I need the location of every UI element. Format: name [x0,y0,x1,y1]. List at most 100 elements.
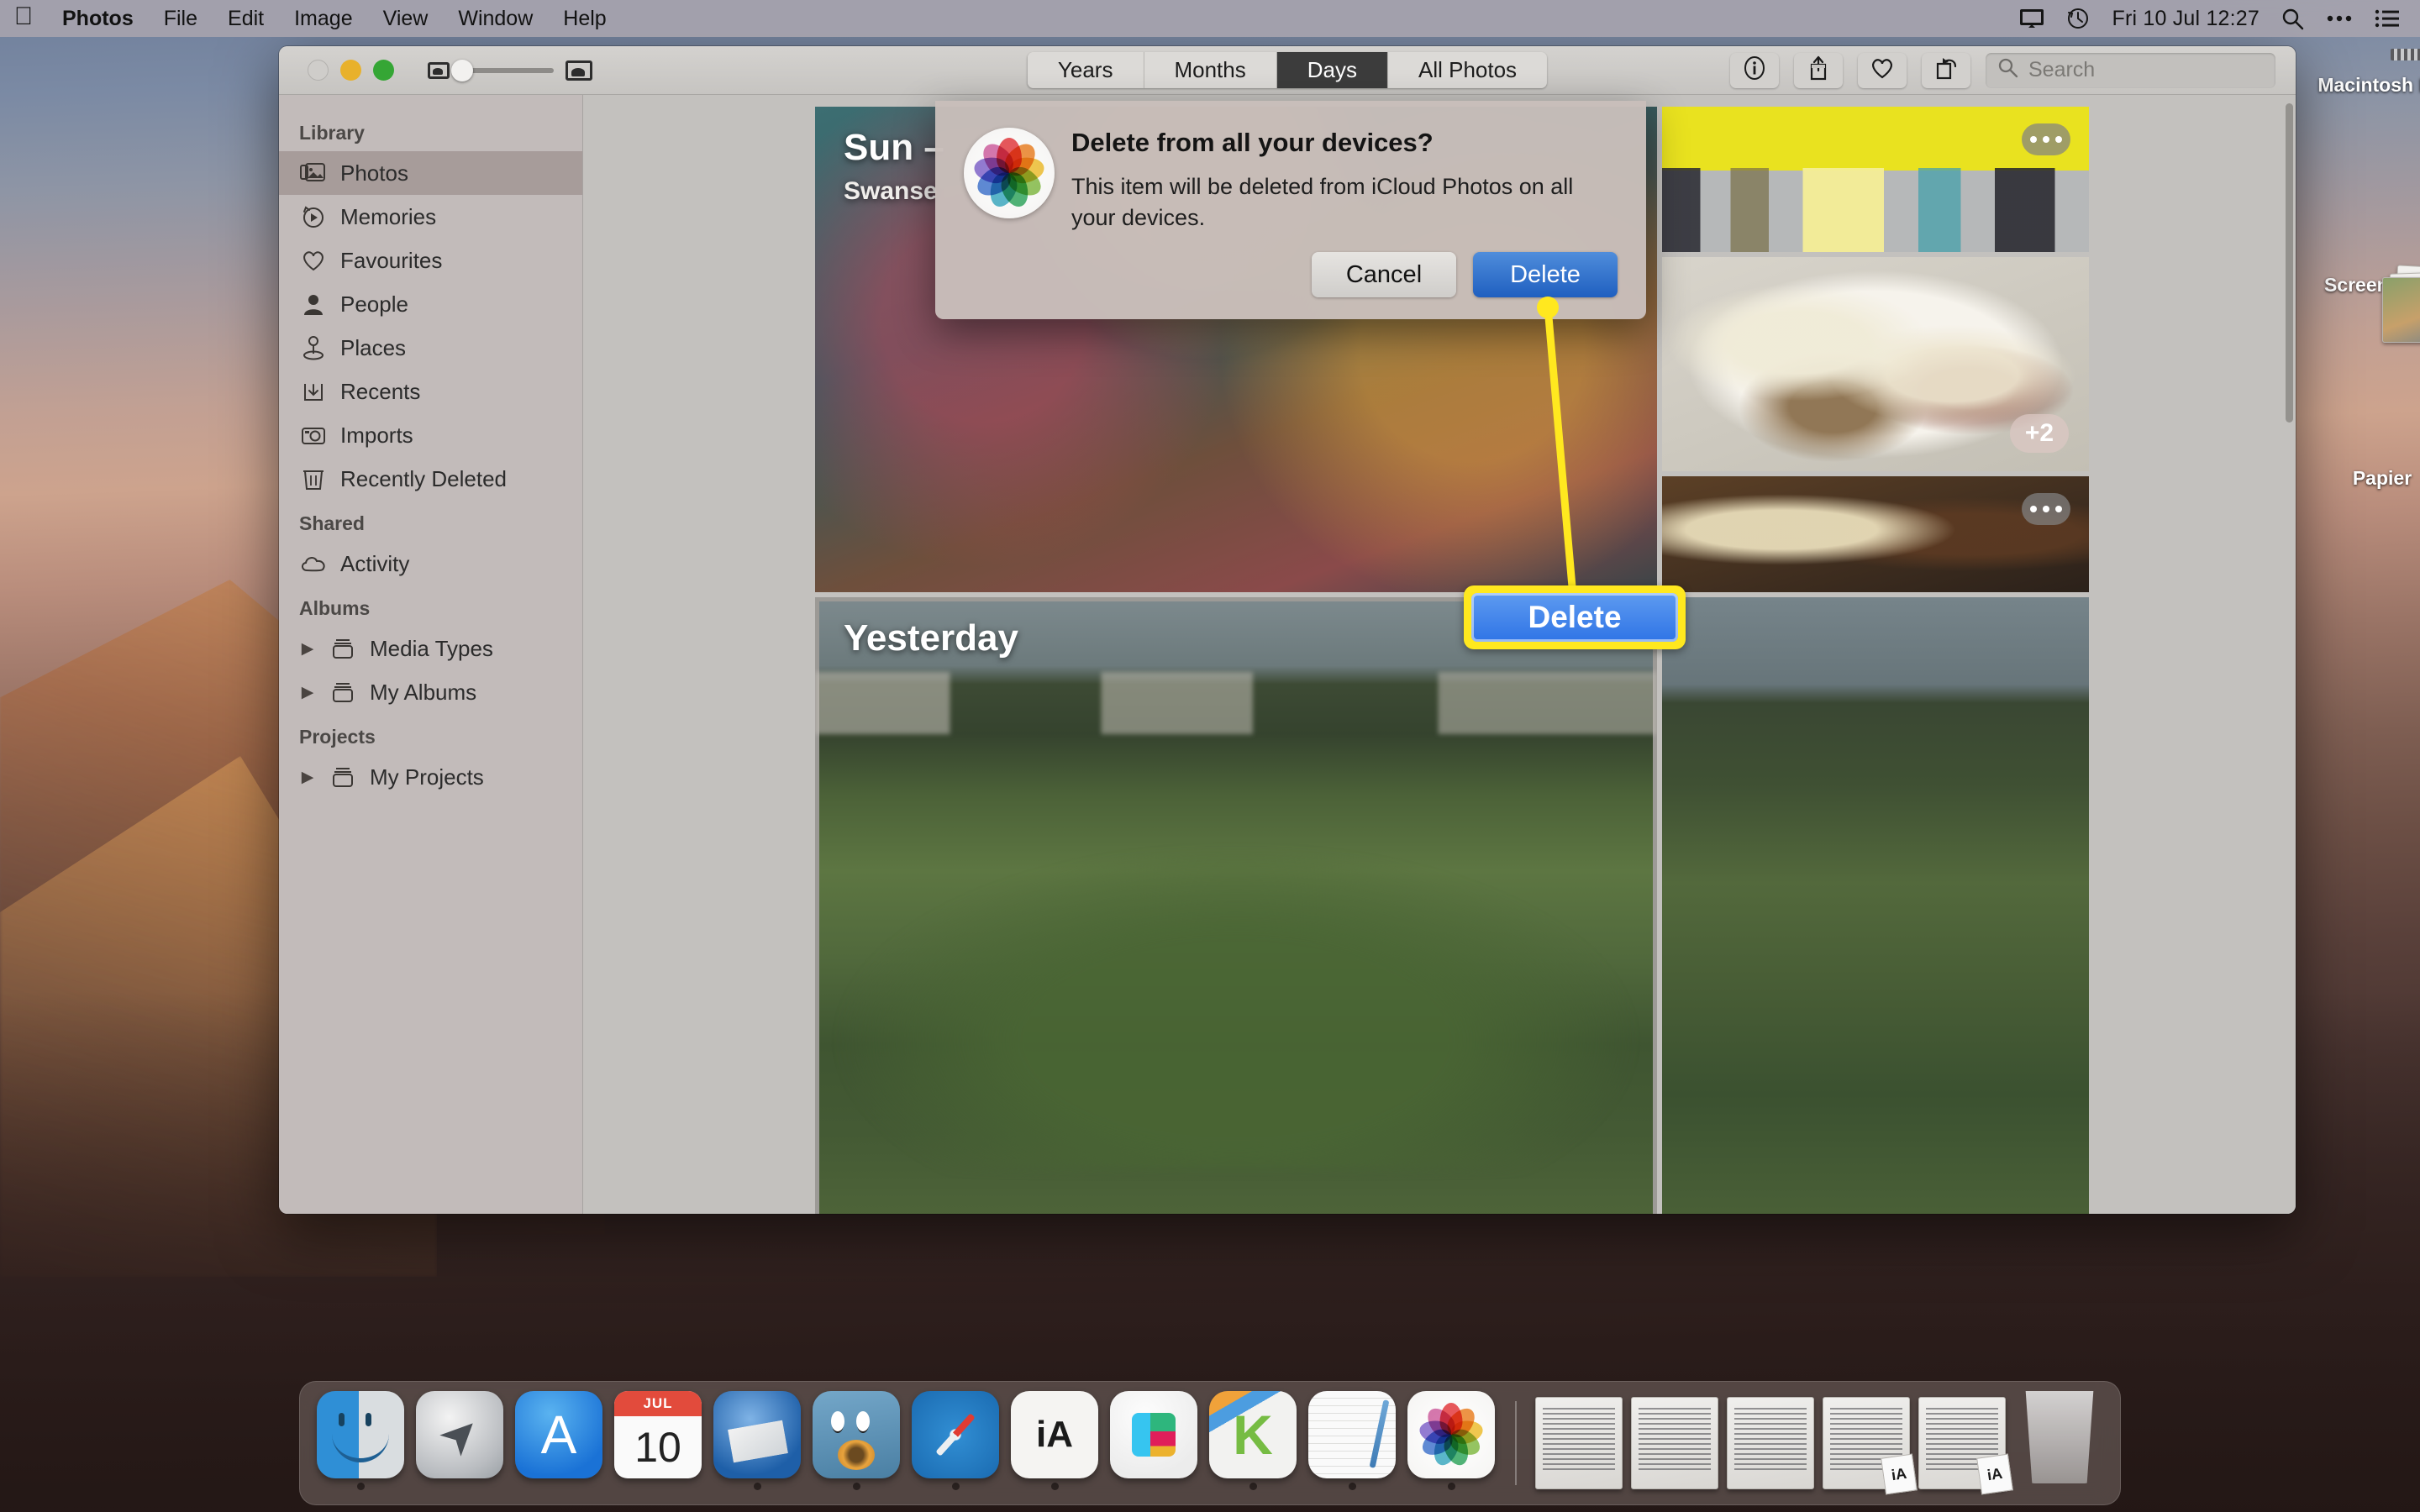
desktop-icon-screenshots[interactable]: Screenshots [2302,265,2420,343]
desktop-icon-label: Macintosh HD [2317,74,2420,96]
dock-document-5[interactable]: iA [1918,1397,2013,1495]
dock-item-calendar[interactable]: JUL 10 [613,1391,703,1495]
sidebar-item-my-projects[interactable]: ▶ My Projects [279,755,582,799]
menu-item-image[interactable]: Image [279,0,367,37]
dock-item-launchpad[interactable] [414,1391,505,1495]
dock-document-1[interactable] [1535,1397,1623,1489]
vertical-scrollbar[interactable] [2286,103,2293,423]
time-machine-icon[interactable] [2066,7,2090,30]
trash-icon [299,466,328,491]
tab-months[interactable]: Months [1144,52,1277,88]
sidebar-item-activity[interactable]: Activity [279,542,582,585]
dock-item-adium[interactable] [811,1391,902,1495]
dock-item-trash[interactable] [2014,1391,2105,1495]
menu-item-photos[interactable]: Photos [47,0,149,37]
tacos-tile[interactable]: +2 [1662,257,2089,471]
search-input-placeholder[interactable]: Search [2028,58,2095,82]
sidebar-item-recently-deleted[interactable]: Recently Deleted [279,457,582,501]
adium-icon [813,1391,900,1478]
heart-icon [1870,56,1895,84]
menu-item-file[interactable]: File [149,0,213,37]
dock-item-thunderbird[interactable] [712,1391,802,1495]
zoom-slider[interactable] [451,59,554,81]
map-pin-icon [299,335,328,360]
sidebar-item-imports[interactable]: Imports [279,413,582,457]
sidebar: Library Photos Memories Favourites Peopl… [279,95,583,1214]
share-button[interactable] [1794,52,1843,88]
chevron-right-icon[interactable]: ▶ [299,768,316,787]
tab-all-photos[interactable]: All Photos [1387,52,1548,88]
sidebar-item-media-types[interactable]: ▶ Media Types [279,627,582,670]
large-thumbnail-icon[interactable] [566,60,592,81]
dock-item-app-store[interactable] [513,1391,604,1495]
menu-bar:  Photos File Edit Image View Window Hel… [0,0,2420,37]
dock-item-slack[interactable] [1108,1391,1199,1495]
zoom-slider-knob[interactable] [451,59,473,81]
tab-days[interactable]: Days [1276,52,1388,88]
dock-document-4[interactable]: iA [1823,1397,1918,1495]
dock-document-3[interactable] [1727,1397,1814,1489]
sidebar-header-projects: Projects [299,726,376,748]
dock-item-ia-writer[interactable] [1009,1391,1100,1495]
desktop-icon-papier[interactable]: Papier [2302,460,2420,490]
sidebar-item-places[interactable]: Places [279,326,582,370]
document-badge: iA [1881,1453,1918,1495]
menu-item-help[interactable]: Help [548,0,621,37]
chevron-right-icon[interactable]: ▶ [299,683,316,702]
tile-overflow-menu[interactable] [2022,493,2070,525]
rotate-button[interactable] [1922,52,1970,88]
sidebar-item-people[interactable]: People [279,282,582,326]
folder-icon [329,765,357,789]
info-button[interactable] [1730,52,1779,88]
dock-item-notes[interactable] [1307,1391,1397,1495]
sidebar-item-label: Media Types [370,635,493,661]
new-girl-tile[interactable] [1662,107,2089,252]
tile-overflow-menu[interactable] [2022,123,2070,155]
minimize-button[interactable] [340,60,361,81]
control-center-icon[interactable] [2326,13,2353,24]
sidebar-item-label: People [340,291,408,317]
menu-item-edit[interactable]: Edit [213,0,279,37]
favourite-button[interactable] [1858,52,1907,88]
search-field[interactable]: Search [1986,52,2275,88]
sidebar-item-label: Activity [340,550,410,576]
yesterday-garden-tile[interactable]: Yesterday [815,597,1657,1214]
apple-logo-icon[interactable]:  [0,3,47,34]
calendar-day: 10 [634,1424,681,1471]
menu-item-view[interactable]: View [368,0,444,37]
dock-item-finder[interactable] [315,1391,406,1495]
sidebar-item-favourites[interactable]: Favourites [279,239,582,282]
maximize-button[interactable] [373,60,394,81]
chevron-right-icon[interactable]: ▶ [299,639,316,659]
sidebar-item-photos[interactable]: Photos [279,151,582,195]
menu-bar-clock[interactable]: Fri 10 Jul 12:27 [2112,7,2260,31]
sidebar-item-my-albums[interactable]: ▶ My Albums [279,670,582,714]
dock-document-2[interactable] [1631,1397,1718,1489]
folder-icon [329,637,357,660]
pizza-tile[interactable] [1662,476,2089,592]
dock-item-kaleidoscope[interactable] [1207,1391,1298,1495]
running-indicator [555,1483,563,1490]
close-button[interactable] [308,60,329,81]
thumbnail-zoom-control[interactable] [428,59,592,81]
delete-button[interactable]: Delete [1473,252,1618,297]
small-thumbnail-icon[interactable] [428,61,450,79]
delete-button-callout[interactable]: Delete [1464,585,1686,649]
sidebar-item-recents[interactable]: Recents [279,370,582,413]
sidebar-header-library: Library [299,122,365,144]
cancel-button[interactable]: Cancel [1312,252,1456,297]
dock-item-photos[interactable] [1406,1391,1497,1495]
menu-item-window[interactable]: Window [443,0,548,37]
sidebar-item-memories[interactable]: Memories [279,195,582,239]
tab-years[interactable]: Years [1027,52,1144,88]
sidebar-item-label: Recents [340,378,421,404]
search-icon[interactable] [2281,8,2304,30]
list-icon[interactable] [2375,8,2400,29]
kaleidoscope-icon [1209,1391,1297,1478]
garden-thumb-tile[interactable] [1662,597,2089,1214]
download-tray-icon [299,380,328,403]
desktop-icon-macintosh-hd[interactable]: Macintosh HD [2302,67,2420,97]
display-icon[interactable] [2019,8,2044,29]
sidebar-item-label: Places [340,334,407,360]
dock-item-safari[interactable] [910,1391,1001,1495]
